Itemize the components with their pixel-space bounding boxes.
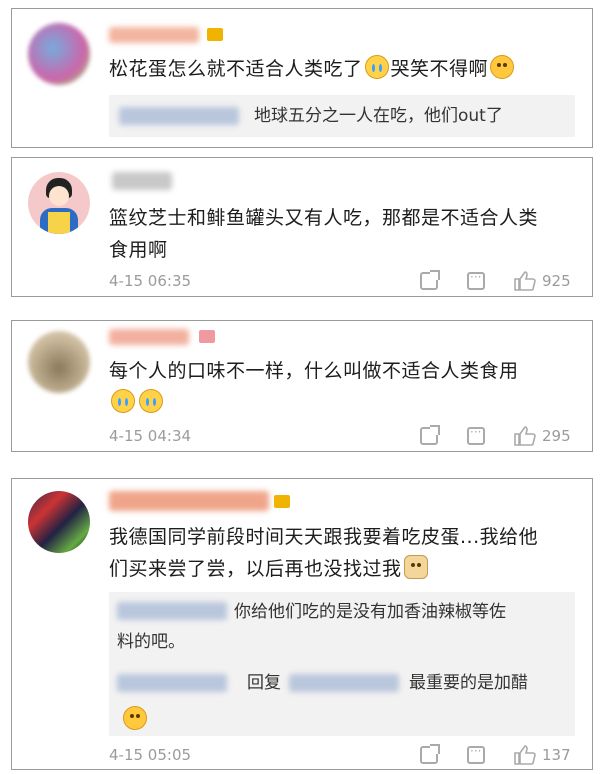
comment-text: 篮纹芝士和鲱鱼罐头又有人吃，那都是不适合人类 食用啊	[109, 207, 539, 261]
emoji-laugh-cry-icon	[139, 389, 163, 413]
comment-text: 每个人的口味不一样，什么叫做不适合人类食用	[109, 355, 519, 419]
reply-target-blurred	[289, 674, 399, 692]
crown-icon	[199, 330, 215, 343]
reply-box[interactable]: 你给他们吃的是没有加香油辣椒等佐 料的吧。 回复 最重要的是加醋	[109, 592, 575, 736]
emoji-grin-icon	[123, 706, 147, 730]
like-count: 137	[542, 746, 571, 764]
avatar[interactable]	[28, 331, 90, 393]
emoji-grin-icon	[490, 55, 515, 79]
reply-text: 最重要的是加醋	[409, 673, 528, 693]
reply-text: 你给他们吃的是没有加香油辣椒等佐	[234, 602, 506, 622]
comment-card-3: 每个人的口味不一样，什么叫做不适合人类食用 4-15 04:34 295	[11, 320, 593, 452]
comment-card-1: 松花蛋怎么就不适合人类吃了 哭笑不得啊 地球五分之一人在吃，他们out了	[11, 8, 593, 148]
share-icon[interactable]	[420, 270, 440, 290]
username-blurred[interactable]	[109, 329, 189, 345]
share-icon[interactable]	[420, 744, 440, 764]
timestamp: 4-15 06:35	[109, 272, 192, 290]
reply-text: 地球五分之一人在吃，他们out了	[254, 106, 503, 126]
comment-text: 我德国同学前段时间天天跟我要着吃皮蛋...我给他 们买来尝了尝，以后再也没找过我	[109, 526, 539, 580]
timestamp: 4-15 04:34	[109, 427, 192, 445]
reply-box[interactable]: 地球五分之一人在吃，他们out了	[109, 95, 575, 137]
emoji-doge-icon	[403, 555, 428, 579]
share-icon[interactable]	[420, 425, 440, 445]
avatar[interactable]	[28, 491, 90, 553]
like-icon[interactable]	[514, 745, 536, 765]
emoji-laugh-cry-icon	[364, 55, 389, 79]
like-count: 295	[542, 427, 571, 445]
crown-icon	[274, 495, 290, 508]
emoji-laugh-cry-icon	[111, 389, 135, 413]
avatar[interactable]	[28, 172, 90, 234]
reply-text-continued: 料的吧。	[117, 632, 185, 652]
username-blurred[interactable]	[112, 172, 172, 190]
like-icon[interactable]	[514, 271, 536, 291]
username-blurred[interactable]	[109, 491, 269, 511]
comment-card-2: 篮纹芝士和鲱鱼罐头又有人吃，那都是不适合人类 食用啊 4-15 06:35 92…	[11, 157, 593, 297]
like-count: 925	[542, 272, 571, 290]
comment-icon[interactable]	[467, 270, 485, 290]
username-blurred[interactable]	[109, 27, 199, 43]
crown-icon	[207, 28, 223, 41]
comment-icon[interactable]	[467, 744, 485, 764]
reply-username-blurred	[117, 602, 227, 620]
reply-prefix: 回复	[247, 673, 281, 693]
comment-icon[interactable]	[467, 425, 485, 445]
comment-card-4: 我德国同学前段时间天天跟我要着吃皮蛋...我给他 们买来尝了尝，以后再也没找过我…	[11, 478, 593, 770]
avatar[interactable]	[28, 23, 90, 85]
reply-username-blurred	[119, 107, 239, 125]
comment-text: 松花蛋怎么就不适合人类吃了 哭笑不得啊	[109, 53, 516, 85]
timestamp: 4-15 05:05	[109, 746, 192, 764]
reply-username-blurred	[117, 674, 227, 692]
like-icon[interactable]	[514, 426, 536, 446]
